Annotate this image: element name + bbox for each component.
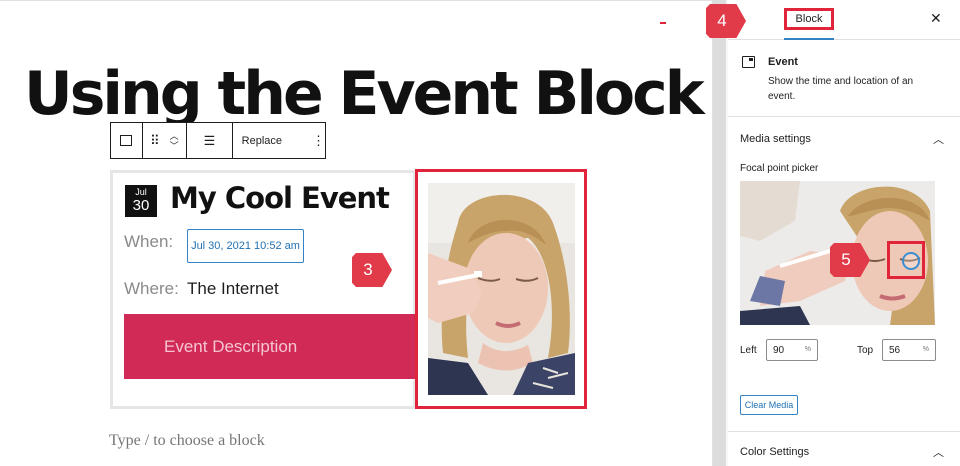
top-input[interactable]: 56 % [882,339,936,361]
settings-sidebar: Block ✕ Event Show the time and location… [712,0,960,466]
top-value: 56 [889,345,901,356]
section-divider [728,431,960,432]
left-input[interactable]: 90 % [766,339,818,361]
sidebar-scrollbar[interactable] [713,0,726,466]
left-percent: % [804,346,811,353]
left-value: 90 [773,345,785,356]
where-value[interactable]: The Internet [187,279,279,299]
align-icon: ☰ [203,132,216,148]
event-block[interactable]: Jul 30 My Cool Event When: Jul 30, 2021 … [110,170,416,409]
sidebar-tabs: Block ✕ [728,0,960,40]
event-description-button[interactable]: Event Description [124,314,416,379]
sidebar-panel: Block ✕ Event Show the time and location… [728,0,960,466]
media-settings-toggle[interactable]: Media settings [740,133,811,145]
calendar-icon: Jul 30 [125,185,157,217]
color-settings-toggle[interactable]: Color Settings [740,446,809,458]
woman-photo-illustration [428,183,575,395]
move-up-icon[interactable]: ︿ [170,131,179,141]
focal-point-label: Focal point picker [740,163,819,174]
clear-media-button[interactable]: Clear Media [740,395,798,415]
move-down-icon[interactable]: ﹀ [170,141,179,151]
block-card-description: Show the time and location of an event. [768,76,914,102]
left-label: Left [740,345,757,356]
unsaved-indicator [660,22,666,24]
chevron-up-icon[interactable]: ︿ [933,444,944,460]
event-image[interactable] [428,183,575,395]
event-title[interactable]: My Cool Event [170,181,390,215]
event-image-highlight [415,169,587,409]
editor-canvas: Using the Event Block ⠿ ︿ ﹀ ☰ Replace ⋮ … [0,0,712,466]
replace-button[interactable]: Replace [242,135,282,147]
focal-point-handle[interactable] [902,252,920,270]
event-block-icon [742,56,755,68]
calendar-day: 30 [132,197,150,214]
date-picker-button[interactable]: Jul 30, 2021 10:52 am [187,229,304,263]
block-card-title: Event [768,56,798,68]
active-tab-indicator [784,38,834,40]
block-appender-placeholder[interactable]: Type / to choose a block [109,432,265,450]
block-type-button[interactable] [111,123,143,158]
align-button[interactable]: ☰ [187,123,233,158]
event-block-icon [120,135,133,146]
tab-block[interactable]: Block [784,8,834,30]
header-divider [0,0,712,1]
top-percent: % [922,346,929,353]
drag-handle-icon[interactable]: ⠿ [150,133,160,149]
where-label: Where: [124,279,179,298]
block-toolbar: ⠿ ︿ ﹀ ☰ Replace ⋮ [110,122,326,159]
more-options-icon[interactable]: ⋮ [312,133,325,149]
close-icon[interactable]: ✕ [930,10,942,27]
block-card: Event Show the time and location of an e… [728,41,960,117]
chevron-up-icon[interactable]: ︿ [933,131,944,147]
when-label: When: [124,232,174,251]
top-label: Top [857,345,874,356]
